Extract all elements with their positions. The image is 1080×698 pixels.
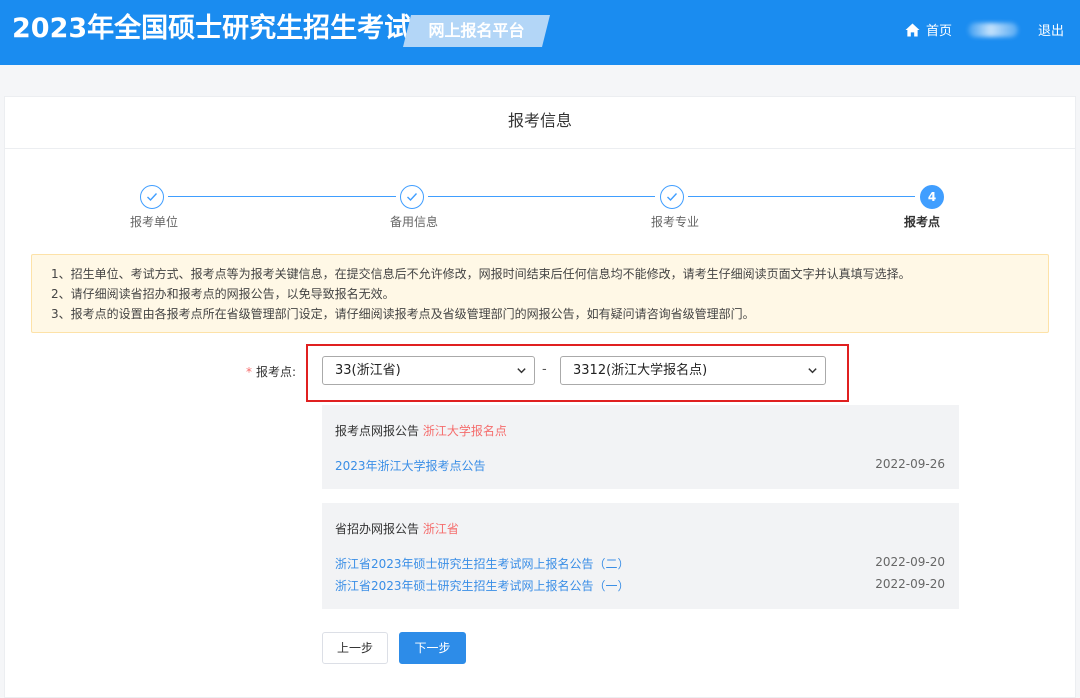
username-avatar-blurred[interactable] — [968, 23, 1018, 37]
step-3-check-icon — [660, 185, 684, 209]
site-announcement-panel: 报考点网报公告 浙江大学报名点 2023年浙江大学报考点公告 2022-09-2… — [322, 405, 959, 489]
province-select[interactable]: 33(浙江省) — [322, 356, 535, 385]
step-label-major: 报考专业 — [650, 215, 699, 229]
next-step-button[interactable]: 下一步 — [399, 632, 466, 664]
province-announcement-link[interactable]: 浙江省2023年硕士研究生招生考试网上报名公告（二） — [335, 555, 630, 572]
notice-box: 1、招生单位、考试方式、报考点等为报考关键信息，在提交信息后不允许修改，网报时间… — [31, 254, 1049, 333]
notice-line: 1、招生单位、考试方式、报考点等为报考关键信息，在提交信息后不允许修改，网报时间… — [51, 267, 911, 281]
province-announcement-panel: 省招办网报公告 浙江省 浙江省2023年硕士研究生招生考试网上报名公告（二） 2… — [322, 503, 959, 609]
exam-site-select-value: 3312(浙江大学报名点) — [573, 363, 708, 378]
required-mark: * — [246, 365, 252, 379]
top-header: 2023年全国硕士研究生招生考试 网上报名平台 首页 退出 — [0, 0, 1080, 65]
exam-site-label-text: 报考点: — [256, 365, 297, 379]
announcement-date: 2022-09-20 — [875, 555, 945, 569]
heading-highlight: 浙江大学报名点 — [422, 424, 507, 438]
heading-text: 报考点网报公告 — [335, 424, 420, 438]
home-icon — [905, 22, 920, 37]
step-connector — [168, 196, 396, 197]
heading-highlight: 浙江省 — [422, 522, 459, 536]
exam-site-label: * 报考点: — [246, 363, 296, 381]
announcement-date: 2022-09-26 — [875, 457, 945, 471]
notice-line: 2、请仔细阅读省招办和报考点的网报公告，以免导致报名无效。 — [51, 287, 395, 301]
platform-label: 网上报名平台 — [428, 21, 525, 40]
province-announcement-heading: 省招办网报公告 浙江省 — [335, 520, 459, 537]
chevron-down-icon — [517, 368, 526, 374]
announcement-date: 2022-09-20 — [875, 577, 945, 591]
step-label-backup: 备用信息 — [389, 215, 438, 229]
page-title: 报考信息 — [5, 97, 1075, 149]
step-connector — [688, 196, 915, 197]
step-4-number: 4 — [920, 185, 944, 209]
step-1-check-icon — [140, 185, 164, 209]
notice-line: 3、报考点的设置由各报考点所在省级管理部门设定，请仔细阅读报考点及省级管理部门的… — [51, 307, 755, 321]
select-separator: - — [542, 362, 547, 377]
province-select-value: 33(浙江省) — [335, 363, 401, 378]
step-connector — [428, 196, 655, 197]
home-label: 首页 — [926, 24, 953, 39]
site-announcement-heading: 报考点网报公告 浙江大学报名点 — [335, 422, 507, 439]
site-announcement-link[interactable]: 2023年浙江大学报考点公告 — [335, 457, 486, 474]
heading-text: 省招办网报公告 — [335, 522, 420, 536]
logout-link[interactable]: 退出 — [1038, 20, 1064, 39]
step-label-site: 报考点 — [903, 215, 940, 229]
site-title: 2023年全国硕士研究生招生考试 — [12, 13, 412, 44]
step-2-check-icon — [400, 185, 424, 209]
chevron-down-icon — [808, 368, 817, 374]
exam-site-select[interactable]: 3312(浙江大学报名点) — [560, 356, 826, 385]
step-label-unit: 报考单位 — [129, 215, 178, 229]
prev-step-button[interactable]: 上一步 — [322, 632, 388, 664]
home-link[interactable]: 首页 — [905, 20, 952, 39]
province-announcement-link[interactable]: 浙江省2023年硕士研究生招生考试网上报名公告（一） — [335, 577, 630, 594]
